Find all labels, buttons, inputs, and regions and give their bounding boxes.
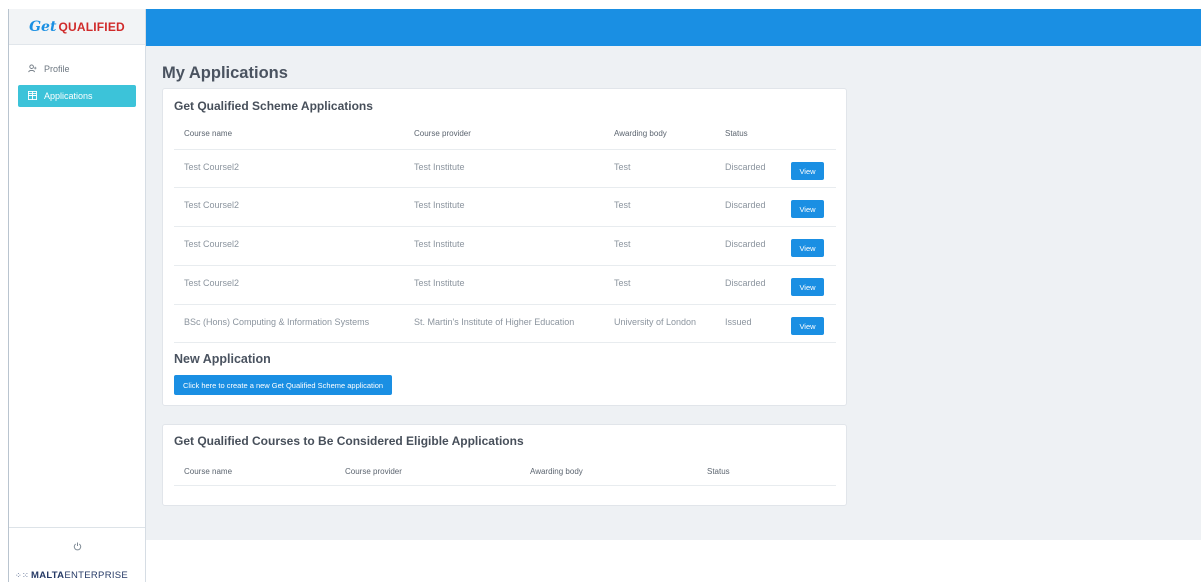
sidebar: Get QUALIFIED Profile Applications ⁘⁙ MA… <box>8 9 146 582</box>
cell-course-name: Test Coursel2 <box>184 278 240 288</box>
cell-course-provider: Test Institute <box>414 278 465 288</box>
cell-awarding-body: Test <box>614 200 631 210</box>
cell-awarding-body: Test <box>614 278 631 288</box>
sidebar-item-label: Profile <box>44 64 70 74</box>
view-button[interactable]: View <box>791 162 824 180</box>
top-bar <box>146 9 1201 46</box>
column-header-course-name: Course name <box>184 467 233 476</box>
cell-awarding-body: Test <box>614 239 631 249</box>
cell-status: Discarded <box>725 200 766 210</box>
eligible-courses-card: Get Qualified Courses to Be Considered E… <box>162 424 847 506</box>
malta-enterprise-logo: ⁘⁙ MALTAENTERPRISE <box>15 570 128 581</box>
column-header-course-provider: Course provider <box>414 129 471 138</box>
table-row: Test Coursel2 Test Institute Test Discar… <box>174 265 836 303</box>
column-header-awarding-body: Awarding body <box>530 467 583 476</box>
view-button[interactable]: View <box>791 317 824 335</box>
cell-course-name: Test Coursel2 <box>184 162 240 172</box>
cell-status: Issued <box>725 317 752 327</box>
scheme-applications-title: Get Qualified Scheme Applications <box>174 99 373 113</box>
power-icon[interactable] <box>9 542 145 554</box>
column-header-course-provider: Course provider <box>345 467 402 476</box>
view-button[interactable]: View <box>791 239 824 257</box>
app-root: Get QUALIFIED Profile Applications ⁘⁙ MA… <box>0 0 1201 582</box>
new-application-heading: New Application <box>174 352 271 366</box>
malta-logo-light: ENTERPRISE <box>64 570 129 581</box>
logo-script-text: Get <box>29 18 57 35</box>
cell-course-name: Test Coursel2 <box>184 200 240 210</box>
cell-status: Discarded <box>725 239 766 249</box>
get-qualified-logo[interactable]: Get QUALIFIED <box>9 9 145 45</box>
cell-course-provider: Test Institute <box>414 200 465 210</box>
cell-course-provider: Test Institute <box>414 239 465 249</box>
cell-course-name: BSc (Hons) Computing & Information Syste… <box>184 317 370 327</box>
table-row: Test Coursel2 Test Institute Test Discar… <box>174 187 836 225</box>
sidebar-nav: Profile Applications <box>9 45 145 107</box>
column-header-status: Status <box>707 467 730 476</box>
logo-word-text: QUALIFIED <box>58 19 125 34</box>
cell-status: Discarded <box>725 278 766 288</box>
table-bottom-divider <box>174 342 836 343</box>
table-row: Test Coursel2 Test Institute Test Discar… <box>174 149 836 187</box>
cell-status: Discarded <box>725 162 766 172</box>
view-button[interactable]: View <box>791 278 824 296</box>
cell-awarding-body: Test <box>614 162 631 172</box>
view-button[interactable]: View <box>791 200 824 218</box>
sidebar-item-profile[interactable]: Profile <box>18 58 136 80</box>
cell-course-name: Test Coursel2 <box>184 239 240 249</box>
create-application-button[interactable]: Click here to create a new Get Qualified… <box>174 375 393 395</box>
malta-enterprise-mark-icon: ⁘⁙ <box>15 571 30 580</box>
cell-awarding-body: University of London <box>614 317 697 327</box>
scheme-applications-card: Get Qualified Scheme Applications Course… <box>162 88 847 406</box>
cell-course-provider: St. Martin's Institute of Higher Educati… <box>414 317 575 327</box>
eligible-courses-title: Get Qualified Courses to Be Considered E… <box>174 434 524 448</box>
column-header-awarding-body: Awarding body <box>614 129 667 138</box>
table-row: BSc (Hons) Computing & Information Syste… <box>174 304 836 342</box>
malta-logo-bold: MALTA <box>31 570 65 581</box>
sidebar-item-label: Applications <box>44 91 93 101</box>
sidebar-footer: ⁘⁙ MALTAENTERPRISE <box>9 527 145 582</box>
main-content: My Applications Get Qualified Scheme App… <box>146 46 1201 540</box>
table-header-divider <box>174 485 836 486</box>
column-header-course-name: Course name <box>184 129 233 138</box>
sidebar-item-applications[interactable]: Applications <box>18 85 136 107</box>
user-icon <box>27 63 37 75</box>
table-icon <box>27 90 37 102</box>
cell-course-provider: Test Institute <box>414 162 465 172</box>
table-row: Test Coursel2 Test Institute Test Discar… <box>174 226 836 264</box>
column-header-status: Status <box>725 129 748 138</box>
page-title: My Applications <box>162 64 288 82</box>
